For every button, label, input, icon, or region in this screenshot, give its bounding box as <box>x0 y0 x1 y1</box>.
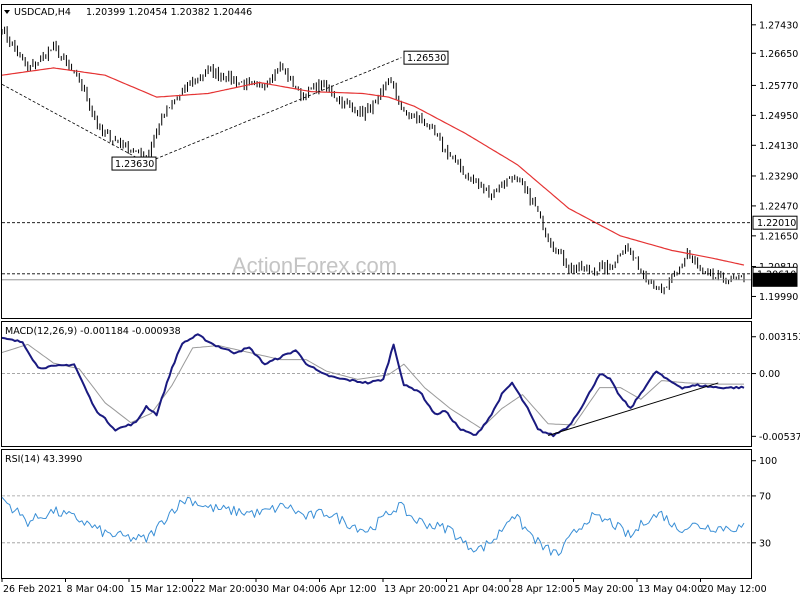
x-tick-label: 26 Feb 2021 <box>3 584 62 595</box>
macd-tick-label: 0.00 <box>759 369 780 380</box>
x-axis: 26 Feb 2021 8 Mar 04:00 15 Mar 12:00 22 Mar… <box>1 578 767 595</box>
macd-tick-label: -0.005373 <box>759 432 800 443</box>
watermark: ActionForex.com <box>232 253 397 278</box>
rsi-title: RSI(14) 43.3990 <box>5 454 82 465</box>
high-annotation-text: 1.26530 <box>407 53 446 64</box>
price-tick-label: 1.27430 <box>759 20 798 31</box>
rsi-panel: 100 70 30 RSI(14) 43.3990 <box>1 449 777 579</box>
price-tick-label: 1.23290 <box>759 171 798 182</box>
trendline <box>1 83 147 164</box>
macd-tick-label: 0.003153 <box>759 332 800 343</box>
low-annotation-text: 1.23630 <box>115 159 154 170</box>
ohlc-readout: 1.20399 1.20454 1.20382 1.20446 <box>86 7 252 18</box>
level-tag-text: 1.22010 <box>757 218 796 229</box>
rsi-frame <box>1 449 752 579</box>
macd-signal-line <box>1 343 744 429</box>
x-tick-label: 15 Mar 12:00 <box>130 584 193 595</box>
x-tick-label: 22 Mar 20:00 <box>194 584 257 595</box>
usdcad-chart[interactable]: 1.27430 1.26650 1.25770 1.24950 1.24130 1.232… <box>0 0 800 600</box>
price-tick-label: 1.26650 <box>759 49 798 60</box>
price-tick-label: 1.21650 <box>759 231 798 242</box>
macd-panel: 0.003153 0.00 -0.005373 MACD(12,26,9) -0.00… <box>1 321 800 447</box>
x-tick-label: 21 Apr 04:00 <box>448 584 510 595</box>
price-tick-label: 1.24950 <box>759 111 798 122</box>
macd-title: MACD(12,26,9) -0.001184 -0.000938 <box>5 326 181 337</box>
symbol-label: USDCAD,H4 <box>14 7 71 18</box>
x-tick-label: 30 Mar 04:00 <box>257 584 320 595</box>
x-tick-label: 13 May 04:00 <box>638 584 703 595</box>
dropdown-icon <box>4 10 10 14</box>
price-panel: 1.27430 1.26650 1.25770 1.24950 1.24130 1.232… <box>1 4 798 319</box>
rsi-tick-label: 30 <box>759 538 771 549</box>
x-tick-label: 20 May 12:00 <box>702 584 767 595</box>
price-tick-label: 1.22470 <box>759 201 798 212</box>
macd-line <box>1 333 745 438</box>
x-tick-label: 6 Apr 12:00 <box>321 584 377 595</box>
x-tick-label: 5 May 20:00 <box>575 584 634 595</box>
price-tick-label: 1.19990 <box>759 292 798 303</box>
level-tag-text: 1.20446 <box>757 275 796 286</box>
price-tick-label: 1.25770 <box>759 81 798 92</box>
rsi-tick-label: 100 <box>759 456 777 467</box>
x-tick-label: 13 Apr 20:00 <box>384 584 446 595</box>
rsi-line <box>1 496 745 556</box>
x-tick-label: 8 Mar 04:00 <box>67 584 124 595</box>
x-tick-label: 28 Apr 12:00 <box>511 584 573 595</box>
rsi-tick-label: 70 <box>759 491 771 502</box>
price-tick-label: 1.24130 <box>759 141 798 152</box>
macd-trendline <box>548 382 719 436</box>
